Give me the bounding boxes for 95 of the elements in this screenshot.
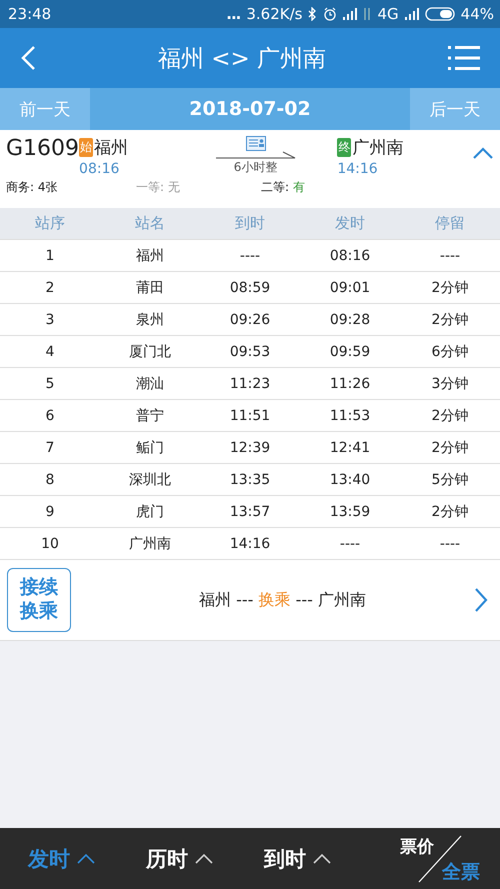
table-cell-text: 5分钟	[430, 470, 470, 488]
arrival-time: 14:16	[337, 161, 379, 177]
table-cell-text: 9	[44, 504, 56, 520]
table-cell-text: 08:59	[228, 280, 272, 296]
more-indicator: ...	[226, 5, 240, 23]
page-title: 福州 <> 广州南	[158, 44, 326, 74]
station-name: 福州	[94, 137, 128, 159]
back-button[interactable]	[20, 45, 36, 71]
table-cell-text: 11:51	[228, 408, 272, 424]
table-cell-text: 13:35	[228, 472, 272, 488]
column-header: 到时	[234, 214, 266, 233]
ticket-icon	[246, 136, 266, 151]
seat-availability: 一等: 无	[136, 179, 181, 196]
table-cell-text: 莆田	[135, 278, 165, 296]
station-name: 广州南	[352, 137, 404, 159]
table-cell-text: 09:59	[328, 344, 372, 360]
signal-icon	[343, 8, 358, 20]
caret-icon	[312, 852, 332, 864]
table-cell-text: 2	[44, 280, 56, 296]
table-cell-text: 鲘门	[135, 438, 165, 456]
menu-button[interactable]	[448, 45, 480, 71]
table-cell-text: 8	[44, 472, 56, 488]
table-cell-text: 2分钟	[430, 310, 470, 328]
table-cell-text: 5	[44, 376, 56, 392]
table-cell-text: 2分钟	[430, 438, 470, 456]
sort-tab[interactable]: 历时	[146, 844, 214, 872]
battery-icon	[424, 7, 455, 21]
seat-availability: 商务: 4张	[6, 179, 58, 196]
column-header: 发时	[334, 214, 366, 233]
table-cell-text: 2分钟	[430, 502, 470, 520]
sort-tab[interactable]: 发时	[28, 844, 96, 872]
table-cell-text: 虎门	[135, 502, 165, 520]
collapse-button[interactable]	[472, 146, 494, 160]
train-number: G1609	[6, 136, 80, 161]
table-cell-text: 13:59	[328, 504, 372, 520]
table-cell-text: 09:01	[328, 280, 372, 296]
departure-time: 08:16	[79, 161, 120, 177]
forward-button[interactable]	[474, 587, 488, 613]
table-cell-text: 09:53	[228, 344, 272, 360]
table-cell-text: 12:41	[328, 440, 372, 456]
table-cell-text: 福州	[135, 246, 165, 264]
next-day-button[interactable]: 后一天	[410, 88, 500, 130]
table-cell-text: 14:16	[228, 536, 272, 552]
table-cell-text: 09:28	[328, 312, 372, 328]
column-header: 停留	[434, 214, 466, 233]
table-cell-text: 2分钟	[430, 278, 470, 296]
table-cell-text: 12:39	[228, 440, 272, 456]
table-cell-text: 7	[44, 440, 56, 456]
seat-availability: 二等: 有	[261, 179, 305, 196]
table-cell-text: 13:57	[228, 504, 272, 520]
ticket-type-button[interactable]: 全票	[442, 858, 480, 884]
bluetooth-icon	[308, 7, 318, 21]
table-cell-text: 深圳北	[128, 470, 172, 488]
duration: 6小时整	[234, 159, 278, 176]
table-cell-text: ----	[338, 536, 362, 552]
table-cell-text: 09:26	[228, 312, 272, 328]
table-cell-text: 6分钟	[430, 342, 470, 360]
table-cell-text: ----	[438, 536, 462, 552]
table-cell-text: 13:40	[328, 472, 372, 488]
table-cell-text: 1	[44, 248, 56, 264]
network-type: 4G	[377, 5, 399, 23]
table-cell-text: 3	[44, 312, 56, 328]
caret-icon	[76, 852, 96, 864]
table-cell-text: 08:16	[328, 248, 372, 264]
table-cell-text: 厦门北	[128, 342, 172, 360]
table-cell-text: 潮汕	[135, 374, 165, 392]
table-cell-text: 11:26	[328, 376, 372, 392]
transfer-button[interactable]: 接续换乘	[7, 568, 71, 632]
price-label: 票价	[400, 836, 434, 858]
table-cell-text: 广州南	[128, 534, 172, 552]
alarm-icon	[323, 7, 338, 21]
table-cell-text: 泉州	[135, 310, 165, 328]
table-cell-text: 2分钟	[430, 406, 470, 424]
column-header: 站名	[134, 214, 166, 233]
table-cell-text: 3分钟	[430, 374, 470, 392]
terminal-tag: 终	[337, 138, 352, 157]
table-cell-text: 10	[40, 536, 60, 552]
table-cell-text: 普宁	[135, 406, 165, 424]
network-speed: 3.62K/s	[246, 5, 302, 23]
clock: 23:48	[8, 5, 52, 23]
signal-icon	[404, 8, 419, 20]
table-cell-text: ----	[238, 248, 262, 264]
column-header: 站序	[34, 214, 66, 233]
origin-tag: 始	[79, 138, 94, 157]
transfer-route: 福州 --- 换乘 --- 广州南	[198, 590, 367, 610]
date-label: 2018-07-02	[188, 98, 312, 120]
table-cell-text: ----	[438, 248, 462, 264]
table-cell-text: 6	[44, 408, 56, 424]
sort-tab[interactable]: 到时	[264, 844, 332, 872]
table-cell-text: 11:53	[328, 408, 372, 424]
table-cell-text: 11:23	[228, 376, 272, 392]
battery-percent: 44%	[460, 5, 494, 23]
previous-day-button[interactable]: 前一天	[0, 88, 90, 130]
caret-icon	[194, 852, 214, 864]
table-cell-text: 4	[44, 344, 56, 360]
